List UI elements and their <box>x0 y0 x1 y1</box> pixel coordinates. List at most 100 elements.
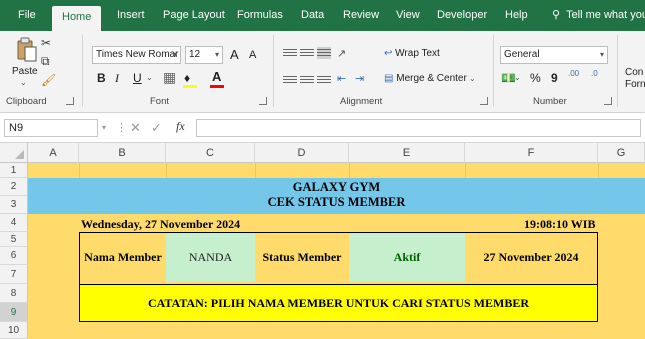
shrink-font-button[interactable]: A <box>249 49 256 61</box>
align-right-icon[interactable] <box>317 74 331 86</box>
row-header[interactable]: 10 <box>0 322 28 339</box>
column-header[interactable]: C <box>166 143 255 163</box>
row-header[interactable]: 1 <box>0 163 28 178</box>
align-center-icon[interactable] <box>300 74 314 86</box>
sheet-subtitle[interactable]: CEK STATUS MEMBER <box>28 195 645 210</box>
grow-font-icon: A <box>230 47 239 62</box>
font-launcher-icon[interactable] <box>259 97 267 105</box>
comma-style-button[interactable]: 9 <box>551 71 558 85</box>
fill-color-icon[interactable]: ♦ <box>184 71 190 85</box>
row-header[interactable]: 7 <box>0 265 28 284</box>
formula-bar: N9 ▾ ⋮ ✕ ✓ fx <box>0 113 645 143</box>
bottom-align-icon[interactable] <box>317 47 331 59</box>
tab-review[interactable]: Review <box>343 0 379 31</box>
enter-icon[interactable]: ✓ <box>151 120 162 136</box>
tab-data[interactable]: Data <box>301 0 324 31</box>
grid-line <box>79 163 80 178</box>
format-as-table-button[interactable]: Forn <box>625 79 645 90</box>
name-box-value: N9 <box>9 122 24 134</box>
bold-button[interactable]: B <box>97 71 106 85</box>
time-cell[interactable]: 19:08:10 WIB <box>524 217 595 232</box>
grid-line <box>598 163 599 178</box>
grid-line <box>255 163 256 178</box>
font-color-button[interactable]: A <box>212 69 221 84</box>
cancel-icon[interactable]: ✕ <box>130 120 141 136</box>
name-box-dropdown-icon[interactable]: ▾ <box>102 123 106 132</box>
tab-home[interactable]: Home <box>52 6 102 31</box>
tab-help[interactable]: Help <box>505 0 528 31</box>
tab-view[interactable]: View <box>396 0 420 31</box>
decrease-decimal-button[interactable]: .0 <box>591 69 598 78</box>
column-header[interactable]: G <box>598 143 645 163</box>
conditional-formatting-button[interactable]: Con <box>625 67 643 78</box>
chevron-down-icon: ▾ <box>214 50 219 59</box>
chevron-down-icon: ▾ <box>172 50 177 59</box>
row-header[interactable]: 2 <box>0 178 28 196</box>
tab-insert[interactable]: Insert <box>117 0 145 31</box>
tab-formulas[interactable]: Formulas <box>237 0 283 31</box>
middle-align-icon[interactable] <box>300 47 314 59</box>
cut-icon[interactable]: ✂ <box>41 36 51 50</box>
row-header[interactable]: 8 <box>0 284 28 303</box>
select-all-button[interactable] <box>0 143 28 163</box>
font-color-icon: A <box>212 69 222 84</box>
chevron-down-icon[interactable]: ⌄ <box>146 73 153 82</box>
top-align-icon[interactable] <box>283 47 297 59</box>
column-header[interactable]: B <box>79 143 166 163</box>
paste-label: Paste <box>12 66 38 77</box>
paste-icon <box>17 37 37 62</box>
tab-developer[interactable]: Developer <box>437 0 487 31</box>
font-name-value: Times New Romar <box>96 49 179 60</box>
column-header[interactable]: D <box>255 143 349 163</box>
increase-indent-icon[interactable]: ⇥ <box>355 72 364 85</box>
grow-font-button[interactable]: A <box>230 47 239 62</box>
sheet-title[interactable]: GALAXY GYM <box>28 180 645 195</box>
formula-input[interactable] <box>196 119 641 137</box>
tell-me-search[interactable]: ⚲ Tell me what you <box>552 0 645 31</box>
clipboard-group-label: Clipboard <box>6 96 47 107</box>
align-left-icon[interactable] <box>283 74 297 86</box>
select-all-icon <box>15 150 24 159</box>
shrink-font-icon: A <box>249 49 257 61</box>
insert-function-icon[interactable]: fx <box>176 119 185 134</box>
tab-page-layout[interactable]: Page Layout <box>163 0 225 31</box>
tell-me-label: Tell me what you <box>566 9 645 21</box>
row-header[interactable]: 6 <box>0 247 28 265</box>
column-header[interactable]: F <box>465 143 598 163</box>
row-header[interactable]: 5 <box>0 232 28 247</box>
italic-button[interactable]: I <box>115 71 119 86</box>
font-size-value: 12 <box>189 49 201 60</box>
wrap-text-button[interactable]: ↩ Wrap Text <box>384 48 440 59</box>
row-header[interactable]: 4 <box>0 214 28 232</box>
increase-decimal-button[interactable]: .00 <box>568 69 579 78</box>
tab-file[interactable]: File <box>18 0 36 31</box>
underline-button[interactable]: U <box>133 71 142 85</box>
number-format-select[interactable]: General ▾ <box>500 46 608 64</box>
more-options-icon: ⋮ <box>116 122 127 134</box>
group-divider <box>617 35 618 107</box>
number-launcher-icon[interactable] <box>604 97 612 105</box>
wrap-text-label: Wrap Text <box>395 48 440 59</box>
column-header[interactable]: A <box>28 143 79 163</box>
alignment-launcher-icon[interactable] <box>480 97 488 105</box>
date-cell[interactable]: Wednesday, 27 November 2024 <box>81 217 240 232</box>
ribbon-tab-bar: File Home Insert Page Layout Formulas Da… <box>0 0 645 31</box>
font-size-select[interactable]: 12 ▾ <box>185 46 223 64</box>
clipboard-launcher-icon[interactable] <box>66 97 74 105</box>
copy-icon[interactable]: ⧉ <box>41 54 50 68</box>
fill-color-swatch <box>183 85 197 88</box>
row-header[interactable]: 3 <box>0 196 28 214</box>
font-color-swatch <box>210 85 224 88</box>
name-box[interactable]: N9 <box>4 119 98 137</box>
format-painter-icon[interactable]: 🖌 <box>41 73 56 87</box>
percent-style-button[interactable]: % <box>530 71 541 85</box>
decrease-indent-icon[interactable]: ⇤ <box>337 72 346 85</box>
orientation-icon[interactable]: ↗ <box>337 47 346 60</box>
column-header[interactable]: E <box>349 143 465 163</box>
chevron-down-icon[interactable]: ⌄ <box>514 73 521 82</box>
font-name-select[interactable]: Times New Romar ▾ <box>92 46 181 64</box>
row-header[interactable]: 9 <box>0 303 28 322</box>
borders-icon[interactable]: ▦ <box>163 69 176 86</box>
merge-center-button[interactable]: ▤ Merge & Center ⌄ <box>384 73 476 84</box>
chevron-down-icon: ⌄ <box>466 74 476 83</box>
